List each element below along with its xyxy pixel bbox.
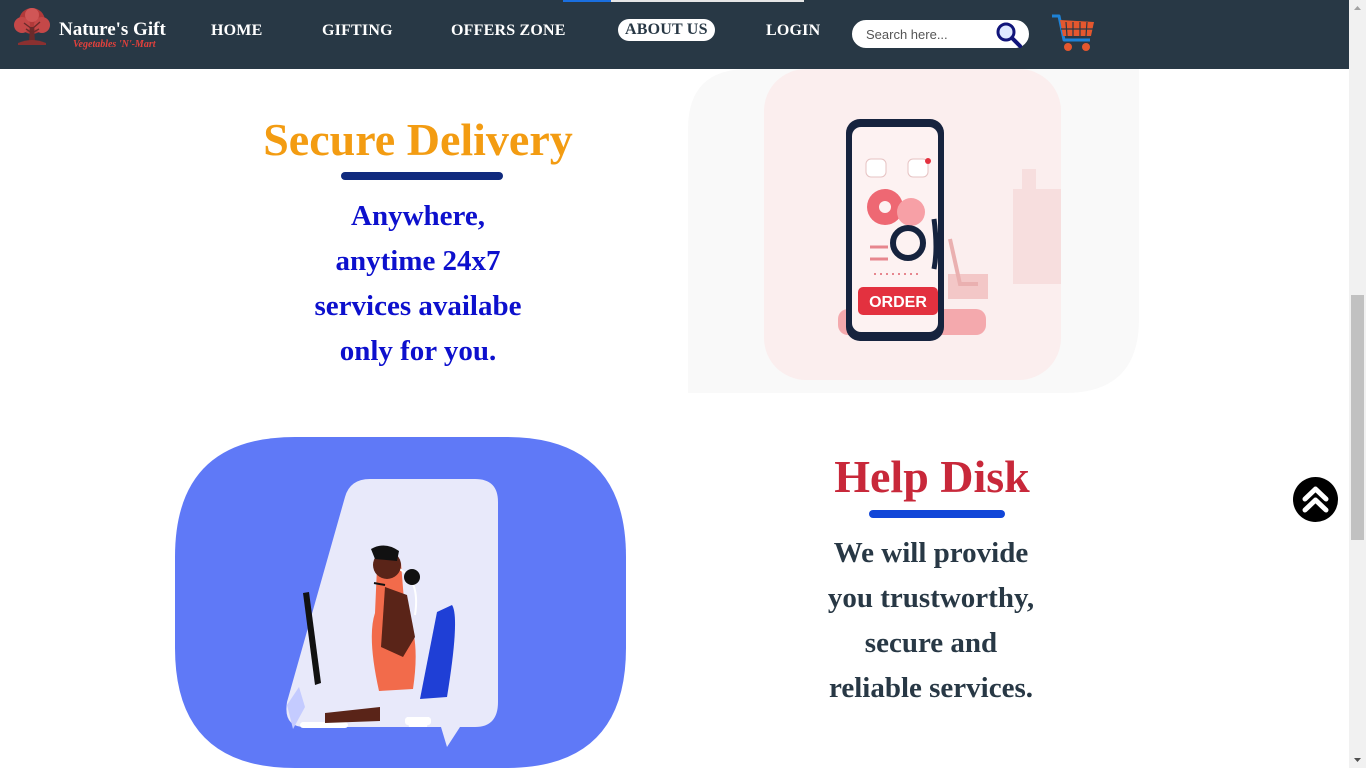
- support-agent-illustration: [175, 437, 626, 768]
- brand-name: Nature's Gift: [59, 19, 166, 40]
- search-input[interactable]: [866, 25, 991, 43]
- nav-offers-zone[interactable]: OFFERS ZONE: [451, 22, 566, 40]
- nav-login[interactable]: LOGIN: [766, 22, 820, 40]
- help-disk-text: We will provide you trustworthy, secure …: [760, 531, 1102, 711]
- scroll-to-top-button[interactable]: [1293, 477, 1338, 522]
- tree-icon: [14, 8, 50, 45]
- nav-about-us[interactable]: ABOUT US: [618, 19, 715, 41]
- brand-logo[interactable]: Nature's Gift Vegetables 'N'-Mart: [10, 7, 180, 55]
- help-disk-underline: [869, 510, 1005, 518]
- help-disk-line: We will provide: [833, 537, 1029, 569]
- help-disk-title: Help Disk: [834, 451, 1030, 502]
- nav-progress-indicator: [563, 0, 804, 2]
- nav-home[interactable]: HOME: [211, 22, 262, 40]
- phone-order-illustration: ORDER: [688, 69, 1139, 393]
- navbar: Nature's Gift Vegetables 'N'-Mart HOME G…: [0, 0, 1349, 69]
- secure-delivery-line: Anywhere,: [351, 200, 485, 232]
- help-disk-line: you trustworthy,: [827, 582, 1035, 614]
- secure-delivery-text: Anywhere, anytime 24x7 services availabe…: [268, 194, 568, 374]
- magnifier-icon[interactable]: [994, 21, 1024, 49]
- help-disk-line: reliable services.: [828, 672, 1033, 704]
- double-chevron-up-icon: [1302, 486, 1329, 513]
- secure-delivery-line: only for you.: [339, 335, 497, 367]
- scrollbar-thumb[interactable]: [1351, 295, 1364, 540]
- secure-delivery-line: anytime 24x7: [335, 245, 501, 277]
- order-button-label: ORDER: [869, 294, 927, 311]
- page-scrollbar[interactable]: [1349, 0, 1366, 768]
- secure-delivery-line: services availabe: [314, 290, 522, 322]
- secure-delivery-underline: [341, 172, 503, 180]
- scroll-down-arrow-icon[interactable]: [1349, 751, 1366, 768]
- nav-gifting[interactable]: GIFTING: [322, 22, 393, 40]
- search-box: [851, 19, 1030, 49]
- shopping-cart-icon[interactable]: [1050, 10, 1098, 56]
- brand-tagline: Vegetables 'N'-Mart: [73, 39, 156, 50]
- help-disk-line: secure and: [864, 627, 998, 659]
- scroll-up-arrow-icon[interactable]: [1349, 0, 1366, 17]
- secure-delivery-title: Secure Delivery: [263, 114, 573, 165]
